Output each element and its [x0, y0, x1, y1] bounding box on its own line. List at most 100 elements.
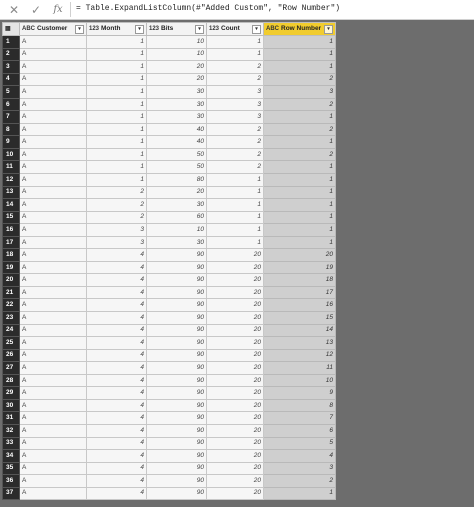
table-cell[interactable]: 3 [206, 97, 264, 112]
row-index[interactable]: 13 [2, 185, 20, 200]
table-cell[interactable]: 17 [263, 285, 336, 300]
table-cell[interactable]: 4 [86, 323, 147, 338]
table-cell[interactable]: 1 [263, 47, 336, 62]
type-abc-icon[interactable]: ABC [22, 26, 35, 32]
filter-dropdown-icon[interactable]: ▾ [135, 24, 144, 34]
table-cell[interactable]: 3 [263, 85, 336, 99]
row-index[interactable]: 15 [2, 210, 20, 225]
table-cell[interactable]: A [19, 285, 87, 300]
table-cell[interactable]: 1 [263, 60, 336, 74]
table-cell[interactable]: 20 [206, 348, 264, 363]
table-cell[interactable]: A [19, 147, 87, 162]
column-header-bits[interactable]: 123 Bits ▾ [146, 22, 207, 36]
row-index[interactable]: 32 [2, 423, 20, 438]
table-cell[interactable]: 1 [86, 135, 147, 149]
table-cell[interactable]: 4 [86, 348, 147, 363]
row-index[interactable]: 35 [2, 461, 20, 476]
table-cell[interactable]: A [19, 449, 87, 463]
type-123-icon[interactable]: 123 [149, 26, 159, 32]
type-abc-icon[interactable]: ABC [266, 26, 279, 32]
table-cell[interactable]: A [19, 398, 87, 413]
table-cell[interactable]: A [19, 474, 87, 488]
table-cell[interactable]: 16 [263, 298, 336, 313]
table-cell[interactable]: 90 [146, 336, 207, 350]
table-cell[interactable]: 90 [146, 311, 207, 325]
table-cell[interactable]: 4 [86, 411, 147, 425]
table-cell[interactable]: 50 [146, 160, 207, 174]
table-cell[interactable]: 20 [206, 248, 264, 262]
table-cell[interactable]: 2 [86, 185, 147, 200]
table-cell[interactable]: 20 [206, 361, 264, 375]
table-cell[interactable]: 30 [146, 110, 207, 124]
table-cell[interactable]: 4 [86, 436, 147, 451]
table-cell[interactable]: 6 [263, 423, 336, 438]
type-123-icon[interactable]: 123 [209, 26, 219, 32]
table-cell[interactable]: A [19, 35, 87, 49]
table-cell[interactable]: 20 [206, 398, 264, 413]
table-cell[interactable]: 2 [263, 97, 336, 112]
table-cell[interactable]: A [19, 97, 87, 112]
table-cell[interactable]: A [19, 248, 87, 262]
table-cell[interactable]: 1 [86, 85, 147, 99]
row-index[interactable]: 3 [2, 60, 20, 74]
table-cell[interactable]: 1 [86, 72, 147, 87]
table-cell[interactable]: 20 [146, 185, 207, 200]
row-index[interactable]: 17 [2, 235, 20, 250]
table-cell[interactable]: 11 [263, 361, 336, 375]
table-cell[interactable]: 20 [206, 436, 264, 451]
table-cell[interactable]: 1 [206, 235, 264, 250]
table-cell[interactable]: 4 [263, 449, 336, 463]
filter-dropdown-icon[interactable]: ▾ [75, 24, 84, 34]
table-cell[interactable]: 1 [86, 47, 147, 62]
table-cell[interactable]: 1 [206, 173, 264, 187]
row-index[interactable]: 10 [2, 147, 20, 162]
table-cell[interactable]: 14 [263, 323, 336, 338]
type-123-icon[interactable]: 123 [89, 26, 99, 32]
table-cell[interactable]: 15 [263, 311, 336, 325]
table-cell[interactable]: A [19, 223, 87, 237]
table-cell[interactable]: 4 [86, 248, 147, 262]
row-index[interactable]: 12 [2, 173, 20, 187]
table-cell[interactable]: 20 [206, 486, 264, 501]
table-cell[interactable]: 1 [86, 60, 147, 74]
table-cell[interactable]: 1 [86, 147, 147, 162]
table-cell[interactable]: 4 [86, 336, 147, 350]
table-cell[interactable]: 10 [146, 223, 207, 237]
table-cell[interactable]: 12 [263, 348, 336, 363]
row-index[interactable]: 16 [2, 223, 20, 237]
row-index[interactable]: 14 [2, 198, 20, 212]
table-cell[interactable]: 4 [86, 461, 147, 476]
table-cell[interactable]: A [19, 235, 87, 250]
table-cell[interactable]: 2 [206, 135, 264, 149]
table-cell[interactable]: 20 [206, 474, 264, 488]
table-cell[interactable]: 90 [146, 373, 207, 388]
row-index[interactable]: 21 [2, 285, 20, 300]
table-cell[interactable]: 1 [263, 235, 336, 250]
row-index[interactable]: 37 [2, 486, 20, 501]
row-index[interactable]: 34 [2, 449, 20, 463]
table-cell[interactable]: 20 [206, 373, 264, 388]
row-index[interactable]: 26 [2, 348, 20, 363]
table-cell[interactable]: 4 [86, 260, 147, 275]
table-cell[interactable]: 1 [263, 223, 336, 237]
row-index[interactable]: 31 [2, 411, 20, 425]
table-cell[interactable]: 1 [206, 210, 264, 225]
table-cell[interactable]: 3 [86, 223, 147, 237]
table-cell[interactable]: 2 [263, 474, 336, 488]
table-cell[interactable]: 20 [206, 285, 264, 300]
table-cell[interactable]: 1 [263, 185, 336, 200]
row-index[interactable]: 6 [2, 97, 20, 112]
table-cell[interactable]: 40 [146, 135, 207, 149]
table-cell[interactable]: 1 [86, 173, 147, 187]
close-icon[interactable]: ✕ [4, 0, 24, 19]
table-cell[interactable]: 1 [263, 35, 336, 49]
table-cell[interactable]: 90 [146, 273, 207, 287]
table-cell[interactable]: 20 [206, 386, 264, 400]
table-cell[interactable]: A [19, 47, 87, 62]
table-cell[interactable]: 1 [86, 97, 147, 112]
table-cell[interactable]: 10 [146, 47, 207, 62]
table-cell[interactable]: A [19, 135, 87, 149]
table-cell[interactable]: A [19, 336, 87, 350]
table-cell[interactable]: 90 [146, 449, 207, 463]
table-cell[interactable]: A [19, 436, 87, 451]
